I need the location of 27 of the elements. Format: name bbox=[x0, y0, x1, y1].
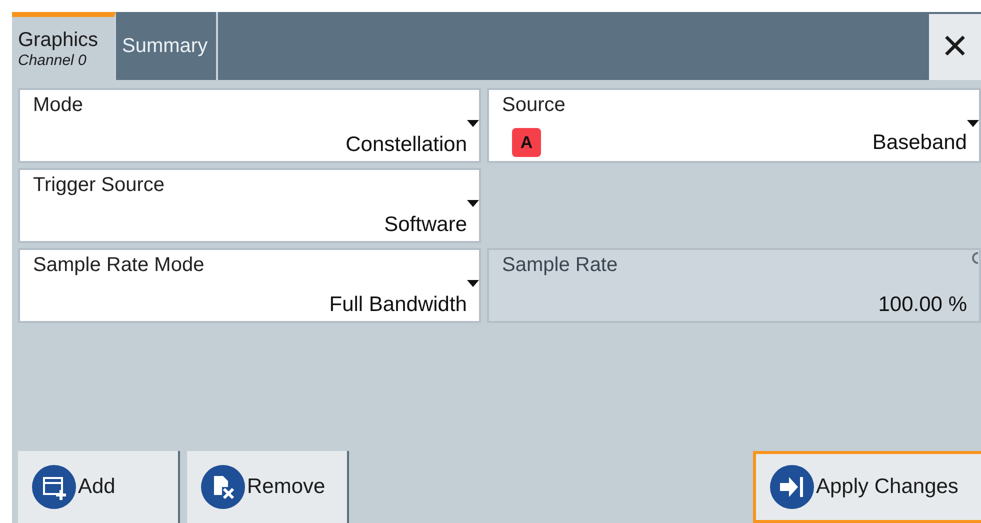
field-label: Mode bbox=[33, 94, 84, 117]
caret-icon bbox=[467, 120, 479, 127]
field-label: Sample Rate bbox=[502, 254, 619, 277]
file-remove-icon bbox=[201, 465, 245, 509]
tab[interactable]: Graphics Channel 0 bbox=[12, 12, 116, 80]
dropdown-field[interactable]: Sample Rate Mode Full Bandwidth bbox=[18, 248, 481, 323]
field-value: Constellation bbox=[346, 133, 467, 157]
field-label: Sample Rate Mode bbox=[33, 254, 206, 277]
arrow-right-icon bbox=[770, 465, 814, 509]
field-value: Full Bandwidth bbox=[329, 293, 467, 317]
dropdown-field[interactable]: Source A Baseband bbox=[487, 88, 981, 163]
field-label: Source bbox=[502, 94, 566, 117]
source-badge: A bbox=[512, 128, 541, 157]
close-button[interactable]: ✕ bbox=[929, 14, 981, 80]
field-value: Baseband bbox=[872, 130, 967, 154]
field-label: Trigger Source bbox=[33, 174, 166, 197]
caret-icon bbox=[467, 200, 479, 207]
dropdown-field[interactable]: Trigger Source Software bbox=[18, 168, 481, 243]
add-icon bbox=[32, 465, 76, 509]
caret-icon bbox=[467, 280, 479, 287]
remove-button[interactable]: Remove bbox=[187, 451, 349, 523]
caret-icon bbox=[967, 120, 979, 127]
apply-button[interactable]: Apply Changes bbox=[753, 451, 981, 523]
dropdown-field[interactable]: Mode Constellation bbox=[18, 88, 481, 163]
field-value: 100.00 % bbox=[878, 293, 967, 317]
add-button[interactable]: Add bbox=[18, 451, 180, 523]
field-value: Software bbox=[384, 213, 467, 237]
